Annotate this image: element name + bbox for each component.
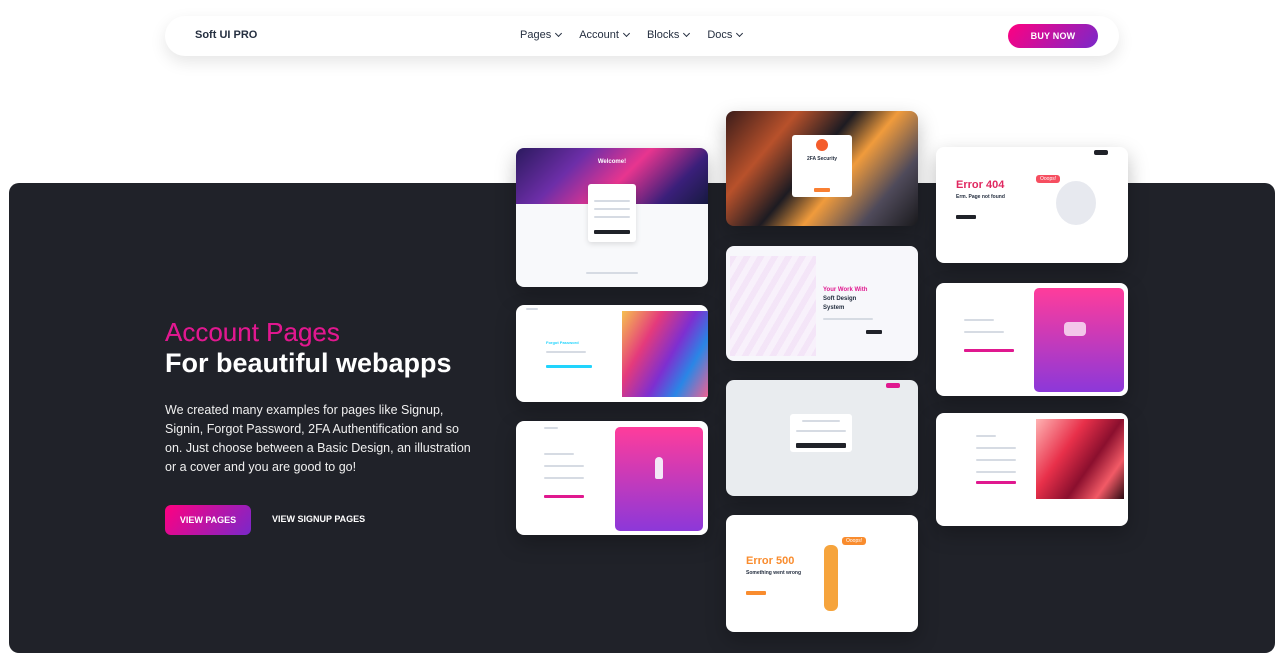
preview-soft-design-system[interactable]: Your Work With Soft Design System [726,246,918,361]
nav-item-docs[interactable]: Docs [707,29,744,41]
signin-form-card [588,184,636,242]
brand-logo[interactable]: Soft UI PRO [195,29,257,41]
preview-signin-cover[interactable]: Welcome! [516,148,708,287]
nav-item-label: Account [579,29,619,41]
preview-2fa-security[interactable]: 2FA Security [726,111,918,226]
chevron-down-icon [683,29,691,38]
error500-sub: Something went wrong [746,570,801,576]
nav-menu: Pages Account Blocks Docs [520,29,744,41]
preview-signin-illustration[interactable] [936,283,1128,396]
error404-sub: Erm. Page not found [956,194,1005,200]
preview-signup-illustration[interactable] [516,421,708,535]
rocket-icon [655,457,663,479]
error404-title: Error 404 [956,179,1005,191]
soft-title-line2: Soft Design [823,296,857,302]
cover-image [1036,419,1124,499]
illustration-panel [615,427,703,531]
hero-title: Account Pages [165,317,340,347]
lock-icon [816,139,828,151]
chevron-down-icon [555,29,563,38]
error404-badge: Ooops! [1036,175,1061,183]
twofa-card: 2FA Security [792,135,852,197]
top-navbar: Soft UI PRO Pages Account Blocks Docs BU… [165,16,1119,56]
chevron-down-icon [736,29,744,38]
preview-forgot-password[interactable]: Forgot Password [516,305,708,402]
chat-bubble-icon [1064,322,1086,336]
twofa-title: 2FA Security [806,156,838,162]
preview-error-404[interactable]: Error 404 Erm. Page not found Ooops! [936,147,1128,263]
nav-item-blocks[interactable]: Blocks [646,29,691,41]
error500-title: Error 500 [746,555,795,567]
error500-badge: Ooops! [842,537,867,545]
ui-mockup-image [730,256,816,356]
soft-title-line1: Your Work With [823,287,868,293]
hero-subtitle: For beautiful webapps [165,348,452,378]
soft-title-line3: System [823,305,845,311]
nav-item-account[interactable]: Account [579,29,630,41]
welcome-title: Welcome! [597,159,627,165]
forgot-title: Forgot Password [546,340,579,345]
view-signup-pages-link[interactable]: VIEW SIGNUP PAGES [272,514,365,524]
nav-item-pages[interactable]: Pages [520,29,563,41]
character-illustration [1056,181,1096,225]
preview-reset-password[interactable] [726,380,918,496]
buy-now-button[interactable]: BUY NOW [1008,24,1098,48]
illustration-panel [1034,288,1124,392]
chevron-down-icon [622,29,630,38]
character-illustration [824,545,838,611]
preview-error-500[interactable]: Error 500 Something went wrong Ooops! [726,515,918,632]
hero-description: We created many examples for pages like … [165,403,471,474]
nav-item-label: Docs [707,29,733,41]
nav-item-label: Blocks [646,29,680,41]
reset-card [790,414,852,452]
cover-image [622,311,708,397]
preview-signup-cover[interactable] [936,413,1128,526]
nav-item-label: Pages [520,29,552,41]
view-pages-button[interactable]: VIEW PAGES [165,505,251,535]
